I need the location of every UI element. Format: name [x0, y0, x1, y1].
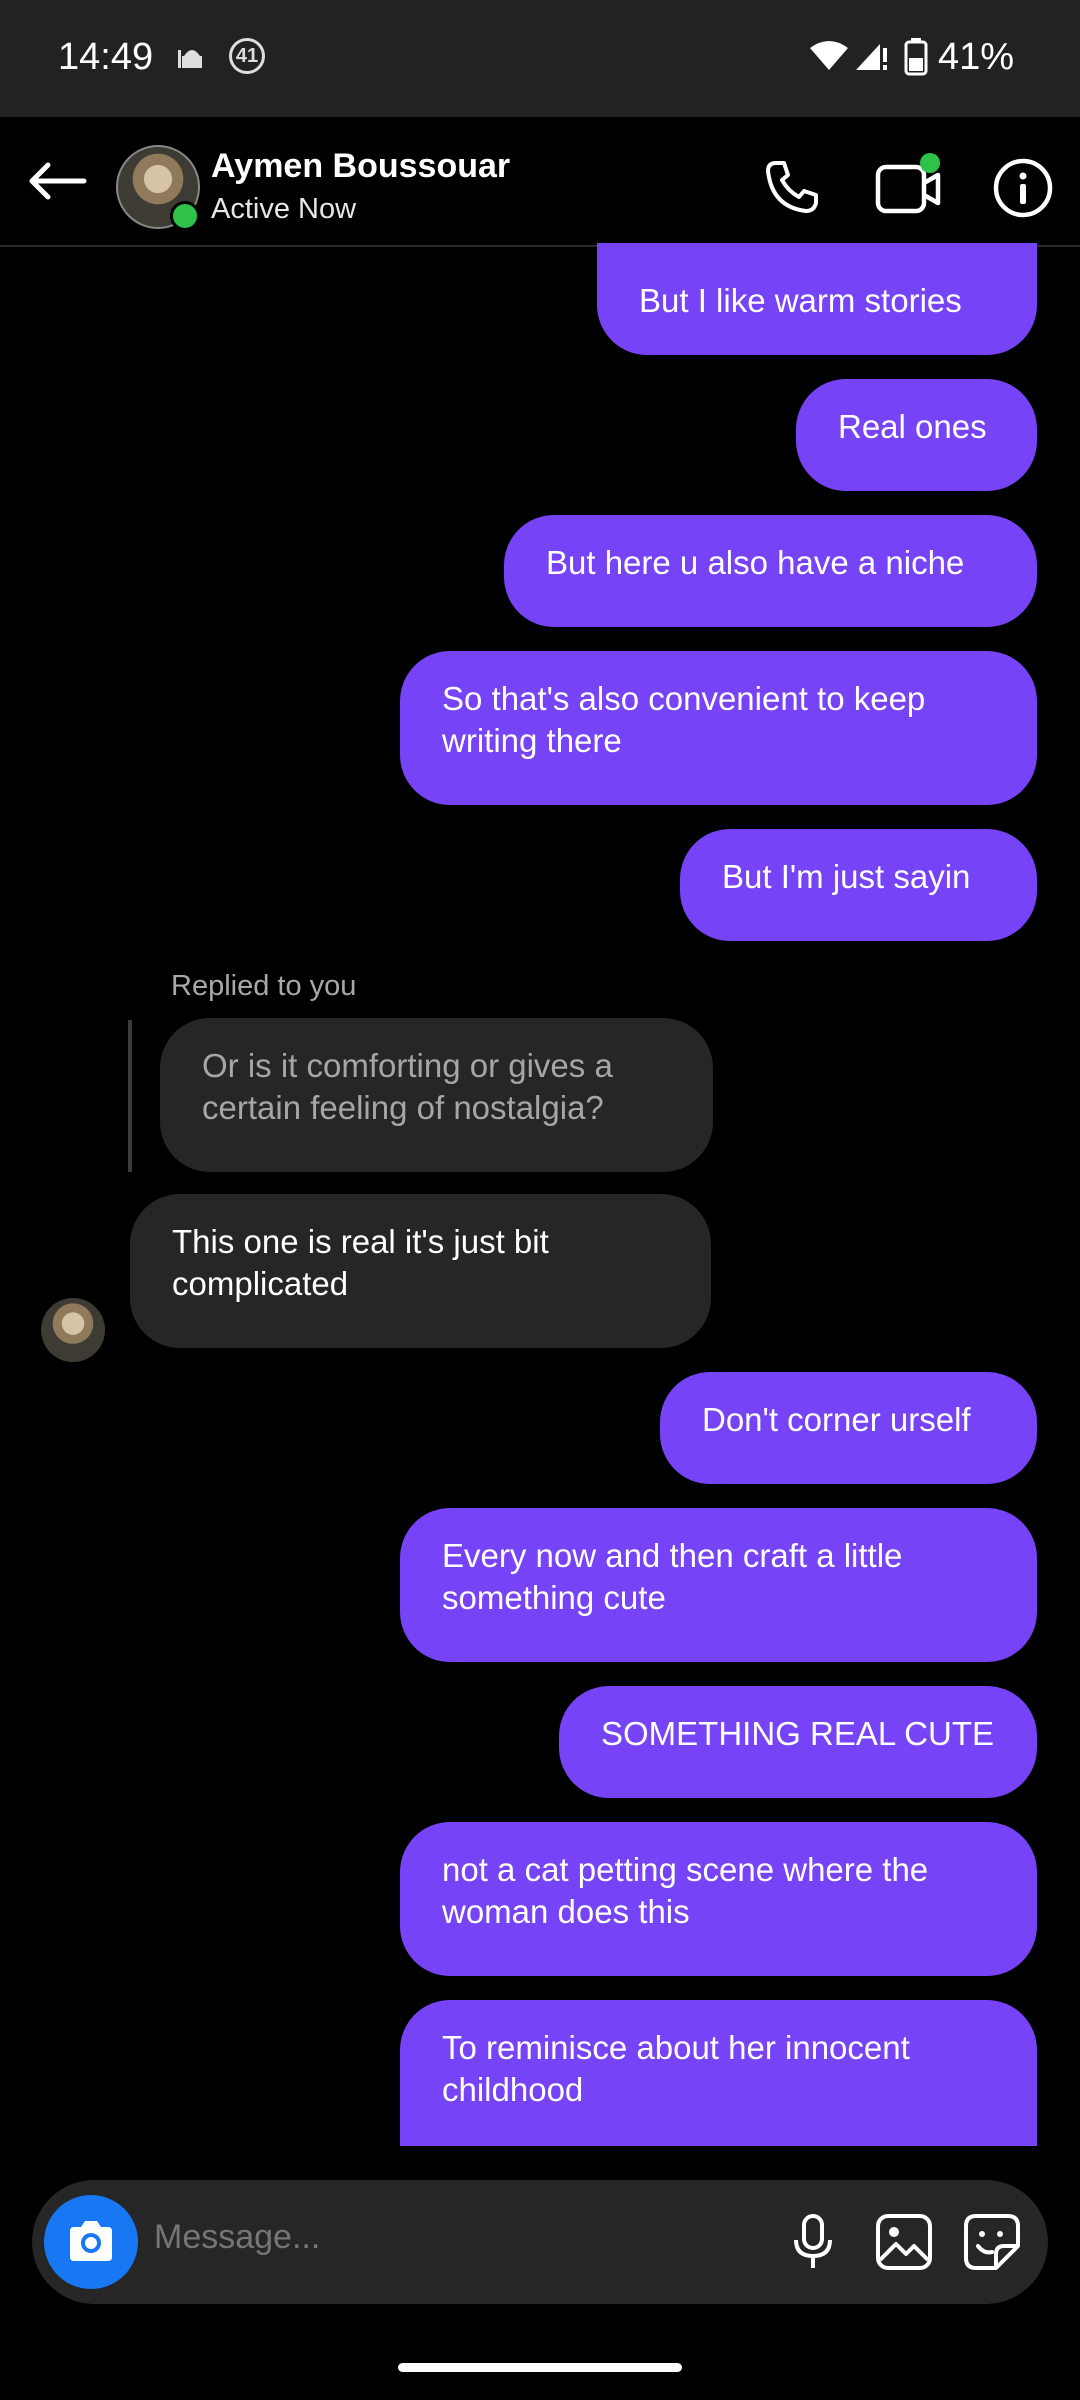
mosque-notification-icon — [178, 50, 202, 68]
contact-avatar[interactable] — [116, 145, 200, 231]
battery-percent: 41% — [938, 36, 1015, 78]
message-input[interactable] — [154, 2218, 514, 2257]
outgoing-message[interactable]: So that's also convenient to keep writin… — [400, 651, 1037, 805]
back-arrow-icon[interactable] — [26, 161, 88, 201]
video-call-icon[interactable] — [874, 151, 944, 217]
outgoing-message[interactable]: But I like warm stories — [597, 243, 1037, 355]
cell-signal-icon — [856, 44, 887, 70]
active-status: Active Now — [211, 193, 357, 225]
camera-button[interactable] — [44, 2195, 138, 2289]
sticker-icon[interactable] — [962, 2212, 1022, 2272]
outgoing-message[interactable]: But here u also have a niche — [504, 515, 1037, 627]
outgoing-message[interactable]: Real ones — [796, 379, 1037, 491]
notification-count-badge: 41 — [229, 38, 265, 74]
sender-avatar[interactable] — [41, 1298, 105, 1362]
reply-indicator-bar — [128, 1020, 132, 1172]
status-bar: 14:49 41 41% — [0, 0, 1080, 117]
home-indicator[interactable] — [398, 2363, 682, 2372]
contact-name[interactable]: Aymen Boussouar — [211, 147, 510, 186]
battery-icon — [904, 38, 928, 76]
outgoing-message[interactable]: Don't corner urself — [660, 1372, 1037, 1484]
status-time: 14:49 — [58, 36, 154, 78]
camera-icon — [70, 2221, 112, 2261]
wifi-icon — [810, 41, 848, 70]
outgoing-message[interactable]: SOMETHING REAL CUTE — [559, 1686, 1037, 1798]
message-composer — [32, 2180, 1048, 2304]
online-indicator — [170, 201, 200, 231]
chat-header: Aymen Boussouar Active Now — [0, 117, 1080, 247]
phone-icon[interactable] — [762, 157, 822, 217]
quoted-message[interactable]: Or is it comforting or gives a certain f… — [160, 1018, 713, 1172]
replied-to-you-label: Replied to you — [171, 970, 357, 1002]
outgoing-message[interactable]: not a cat petting scene where the woman … — [400, 1822, 1037, 1976]
info-icon[interactable] — [992, 157, 1054, 219]
gallery-icon[interactable] — [874, 2212, 934, 2272]
outgoing-message[interactable]: To reminisce about her innocent childhoo… — [400, 2000, 1037, 2146]
outgoing-message[interactable]: Every now and then craft a little someth… — [400, 1508, 1037, 1662]
incoming-message[interactable]: This one is real it's just bit complicat… — [130, 1194, 711, 1348]
microphone-icon[interactable] — [788, 2212, 838, 2272]
outgoing-message[interactable]: But I'm just sayin — [680, 829, 1037, 941]
